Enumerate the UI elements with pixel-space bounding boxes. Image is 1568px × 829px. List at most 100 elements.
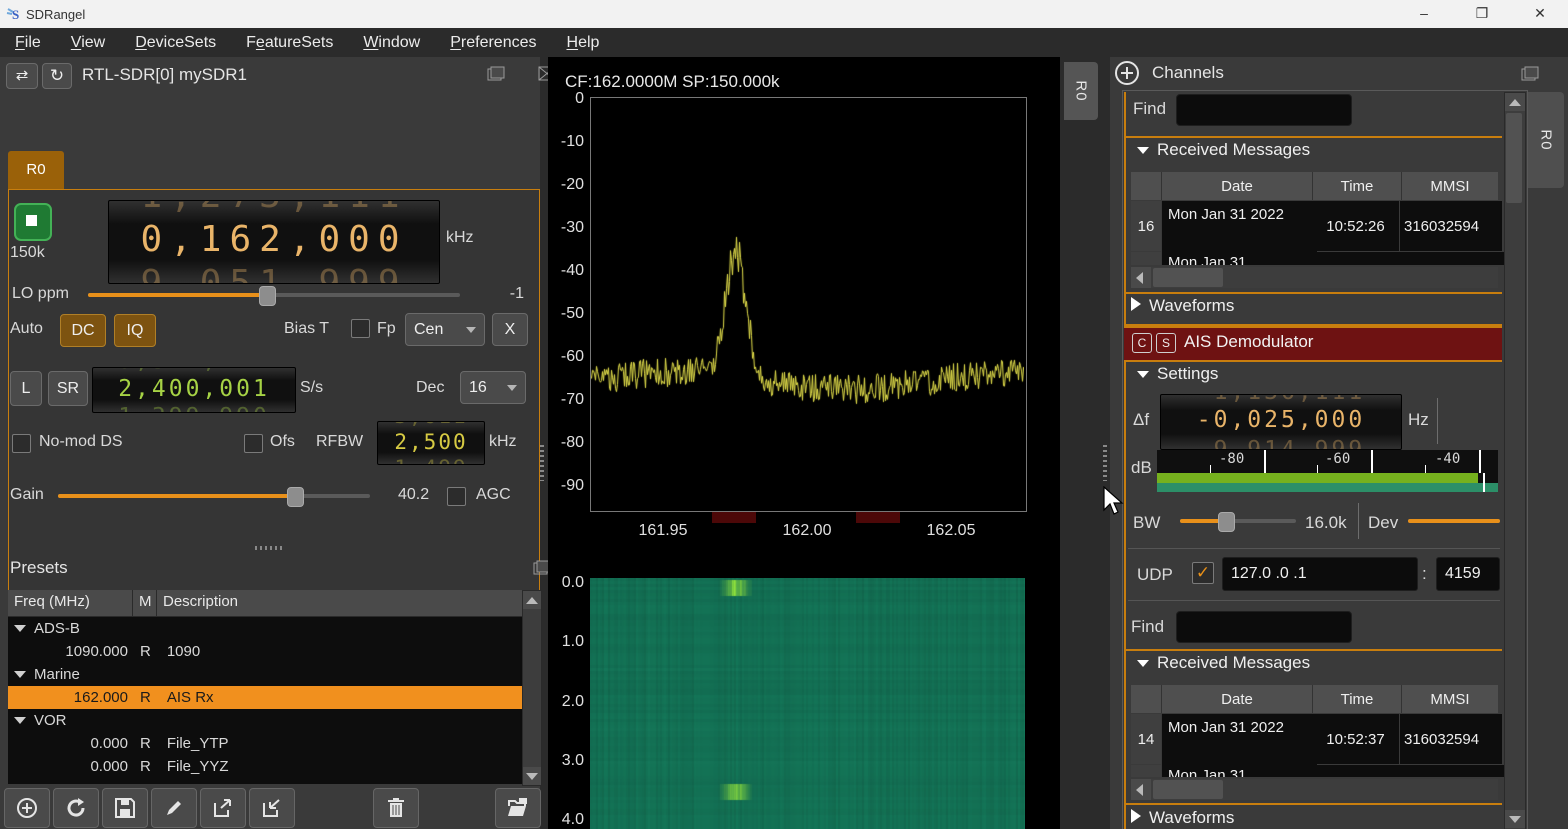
lock-button[interactable]: L bbox=[10, 371, 42, 406]
start-stop-button[interactable] bbox=[14, 203, 52, 241]
channels-vscrollbar[interactable] bbox=[1504, 92, 1526, 829]
preset-row-selected[interactable]: 162.000 R AIS Rx bbox=[8, 686, 522, 709]
hscroll-thumb[interactable] bbox=[1153, 780, 1223, 799]
preset-row[interactable]: 0.000 R File_YTP bbox=[8, 732, 522, 755]
fc-position-dropdown[interactable]: Cen bbox=[405, 313, 485, 346]
messages-2-hscrollbar[interactable] bbox=[1131, 779, 1498, 800]
sr-toggle-button[interactable]: SR bbox=[48, 371, 88, 406]
spectrum-canvas[interactable] bbox=[591, 98, 1024, 509]
settings-header[interactable]: Settings bbox=[1131, 364, 1218, 384]
cell-time[interactable]: 10:52:26 bbox=[1312, 201, 1399, 251]
menu-help[interactable]: Help bbox=[552, 34, 615, 52]
device-dock-icon[interactable] bbox=[487, 66, 505, 81]
vscroll-thumb[interactable] bbox=[1506, 113, 1522, 203]
channel-color-button[interactable]: C bbox=[1132, 333, 1152, 353]
gain-knob[interactable] bbox=[287, 487, 305, 507]
device-reload-icon[interactable]: ↻ bbox=[42, 63, 72, 89]
channels-tab-r0[interactable]: R0 bbox=[1528, 92, 1564, 188]
preset-reload-button[interactable] bbox=[53, 788, 99, 828]
cell-mmsi[interactable]: 316032594 bbox=[1400, 201, 1502, 251]
presets-col-m[interactable]: M bbox=[139, 593, 152, 610]
preset-group-row[interactable]: Marine bbox=[8, 663, 522, 686]
preset-import-button[interactable] bbox=[249, 788, 295, 828]
dc-correction-button[interactable]: DC bbox=[60, 314, 106, 347]
device-tab-r0[interactable]: R0 bbox=[8, 151, 64, 189]
decimation-dropdown[interactable]: 16 bbox=[460, 371, 526, 404]
find-input-2[interactable] bbox=[1176, 611, 1352, 643]
col-date[interactable]: Date bbox=[1162, 172, 1313, 200]
menu-featuresets[interactable]: FeatureSets bbox=[231, 34, 348, 52]
presets-col-freq[interactable]: Freq (MHz) bbox=[14, 593, 90, 610]
rfbw-dial[interactable]: 3,611 2,500 1,499 bbox=[377, 421, 485, 465]
scroll-left-button[interactable] bbox=[1131, 267, 1151, 288]
waveforms-2-header[interactable]: Waveforms bbox=[1131, 808, 1234, 828]
agc-checkbox[interactable] bbox=[447, 487, 466, 506]
samplerate-dial[interactable]: 3,511,112 2,400,001 1,399,990 bbox=[92, 367, 296, 413]
preset-add-button[interactable] bbox=[4, 788, 50, 828]
add-channel-button[interactable] bbox=[1114, 60, 1140, 90]
spectrum-tab-r0[interactable]: R0 bbox=[1064, 62, 1098, 120]
restore-button[interactable]: ❐ bbox=[1458, 0, 1506, 28]
nomod-ds-checkbox[interactable] bbox=[12, 434, 31, 453]
preset-edit-button[interactable] bbox=[151, 788, 197, 828]
bias-t-checkbox[interactable] bbox=[351, 319, 370, 338]
udp-ip-field[interactable]: 127.0 .0 .1 bbox=[1222, 557, 1418, 591]
preset-export-button[interactable] bbox=[200, 788, 246, 828]
col-date[interactable]: Date bbox=[1162, 685, 1313, 713]
lo-ppm-slider[interactable] bbox=[88, 286, 460, 306]
col-mmsi[interactable]: MMSI bbox=[1402, 172, 1498, 200]
menu-devicesets[interactable]: DeviceSets bbox=[120, 34, 231, 52]
channel-stream-button[interactable]: S bbox=[1156, 333, 1176, 353]
waveforms-1-header[interactable]: Waveforms bbox=[1131, 296, 1234, 316]
preset-row[interactable]: 1090.000 R 1090 bbox=[8, 640, 522, 663]
transverter-button[interactable]: X bbox=[492, 313, 528, 346]
preset-save-button[interactable] bbox=[102, 788, 148, 828]
scroll-up-button[interactable] bbox=[523, 591, 541, 609]
frequency-dial[interactable]: 1,273,111 0,162,000 9,051,999 bbox=[108, 200, 440, 284]
preset-load-button[interactable] bbox=[495, 788, 541, 828]
col-time[interactable]: Time bbox=[1313, 685, 1402, 713]
iq-correction-button[interactable]: IQ bbox=[114, 314, 156, 347]
cell-mmsi[interactable]: 316032594 bbox=[1400, 714, 1502, 764]
hscroll-thumb[interactable] bbox=[1153, 268, 1223, 287]
lo-ppm-knob[interactable] bbox=[258, 286, 276, 306]
minimize-button[interactable]: – bbox=[1400, 0, 1448, 28]
preset-row[interactable]: 0.000 R File_YYZ bbox=[8, 755, 522, 778]
scroll-left-button[interactable] bbox=[1131, 779, 1151, 800]
ofs-checkbox[interactable] bbox=[244, 434, 263, 453]
menu-file[interactable]: File bbox=[0, 34, 56, 52]
cell-date[interactable]: Mon Jan 31 2022 bbox=[1162, 714, 1317, 767]
col-mmsi[interactable]: MMSI bbox=[1402, 685, 1498, 713]
gain-slider[interactable] bbox=[58, 487, 370, 507]
received-messages-2-header[interactable]: Received Messages bbox=[1131, 653, 1310, 673]
scroll-up-button[interactable] bbox=[1505, 93, 1525, 111]
scroll-down-button[interactable] bbox=[1505, 810, 1525, 828]
udp-port-field[interactable]: 4159 bbox=[1436, 557, 1500, 591]
menu-view[interactable]: View bbox=[56, 34, 120, 52]
col-time[interactable]: Time bbox=[1313, 172, 1402, 200]
presets-scrollbar[interactable] bbox=[522, 590, 542, 786]
menu-window[interactable]: Window bbox=[348, 34, 435, 52]
bw-slider[interactable] bbox=[1180, 512, 1296, 532]
cell-date[interactable]: Mon Jan 31 2022 bbox=[1162, 201, 1317, 254]
dev-slider[interactable] bbox=[1408, 512, 1500, 530]
bw-knob[interactable] bbox=[1218, 512, 1236, 532]
close-button[interactable]: ✕ bbox=[1516, 0, 1564, 28]
delta-f-dial[interactable]: -1,136,111 -0,025,000 -9,914,999 bbox=[1160, 394, 1402, 450]
preset-group-row-clipped[interactable]: WFM bbox=[8, 778, 522, 784]
cell-time[interactable]: 10:52:37 bbox=[1312, 714, 1399, 764]
ais-demodulator-bar[interactable]: C S AIS Demodulator bbox=[1124, 326, 1502, 362]
preset-group-row[interactable]: ADS-B bbox=[8, 617, 522, 640]
device-change-icon[interactable]: ⇄ bbox=[6, 63, 38, 89]
device-size-grip[interactable] bbox=[255, 546, 285, 550]
preset-delete-button[interactable] bbox=[373, 788, 419, 828]
waterfall-canvas[interactable] bbox=[590, 578, 1025, 829]
messages-1-hscrollbar[interactable] bbox=[1131, 267, 1498, 288]
presets-col-desc[interactable]: Description bbox=[163, 593, 238, 610]
menu-preferences[interactable]: Preferences bbox=[435, 34, 551, 52]
find-input-1[interactable] bbox=[1176, 94, 1352, 126]
received-messages-1-header[interactable]: Received Messages bbox=[1131, 140, 1310, 160]
udp-checkbox[interactable]: ✓ bbox=[1192, 562, 1214, 584]
splitter-right[interactable] bbox=[1103, 445, 1107, 481]
scroll-down-button[interactable] bbox=[523, 767, 541, 785]
